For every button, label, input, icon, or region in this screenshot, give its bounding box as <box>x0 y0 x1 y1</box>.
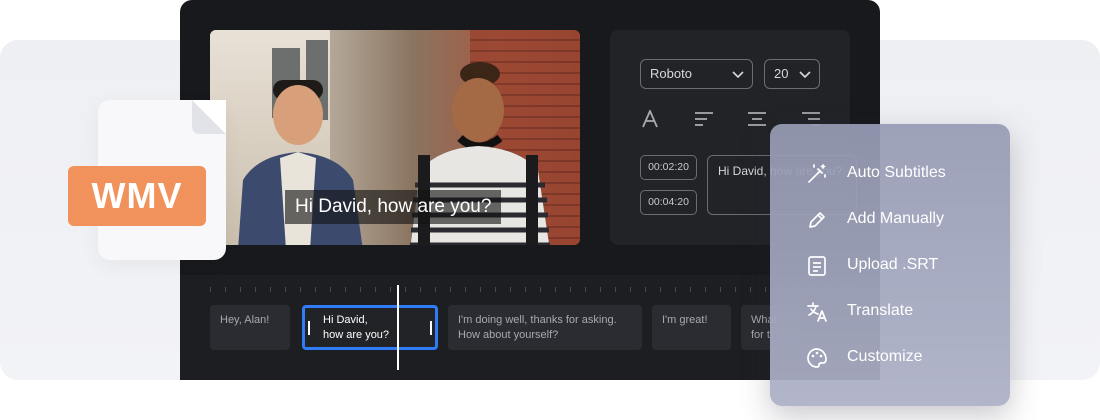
ruler-tick <box>375 287 376 292</box>
ruler-tick <box>210 287 211 292</box>
ruler-tick <box>495 287 496 292</box>
timeline-clip[interactable]: Hey, Alan! <box>210 305 290 350</box>
ruler-tick <box>345 287 346 292</box>
end-time-field[interactable]: 00:04:20 <box>640 190 697 215</box>
ruler-tick <box>315 287 316 292</box>
file-corner-fold-icon <box>192 100 226 134</box>
menu-item-add-manually[interactable]: Add Manually <box>806 204 996 234</box>
ruler-tick <box>615 287 616 292</box>
ruler-tick <box>525 287 526 292</box>
chevron-down-icon <box>799 71 811 79</box>
ruler-tick <box>750 287 751 292</box>
file-format-badge: WMV <box>68 166 206 226</box>
menu-item-auto-subtitles[interactable]: Auto Subtitles <box>806 158 996 188</box>
timeline-clip-selected[interactable]: Hi David, how are you? <box>302 305 438 350</box>
clip-trim-handle-left[interactable] <box>308 321 310 335</box>
font-family-value: Roboto <box>650 66 692 81</box>
ruler-tick <box>240 287 241 292</box>
preview-subtitle-caption: Hi David, how are you? <box>285 190 502 224</box>
menu-item-customize[interactable]: Customize <box>806 342 996 372</box>
pencil-icon <box>809 212 825 228</box>
timeline-clip[interactable]: I'm great! <box>652 305 731 350</box>
ruler-tick <box>285 287 286 292</box>
ruler-tick <box>600 287 601 292</box>
ruler-tick <box>645 287 646 292</box>
ruler-tick <box>705 287 706 292</box>
ruler-tick <box>480 287 481 292</box>
font-family-select[interactable]: Roboto <box>640 59 753 89</box>
ruler-tick <box>585 287 586 292</box>
clip-text: Hi David, how are you? <box>323 314 390 341</box>
ruler-tick <box>225 287 226 292</box>
clip-text: I'm doing well, thanks for asking. How a… <box>458 314 617 341</box>
ruler-tick <box>540 287 541 292</box>
menu-item-label: Customize <box>847 348 923 365</box>
ruler-tick <box>735 287 736 292</box>
clip-text: I'm great! <box>662 314 708 326</box>
clip-text: Hey, Alan! <box>220 314 270 326</box>
menu-item-label: Add Manually <box>847 210 944 227</box>
menu-item-label: Translate <box>847 302 914 319</box>
ruler-tick <box>255 287 256 292</box>
ruler-tick <box>450 287 451 292</box>
align-center-icon[interactable] <box>747 110 767 128</box>
ruler-tick <box>405 287 406 292</box>
ruler-tick <box>420 287 421 292</box>
ruler-tick <box>675 287 676 292</box>
palette-icon <box>807 348 827 368</box>
ruler-tick <box>360 287 361 292</box>
clip-trim-handle-right[interactable] <box>430 321 432 335</box>
translate-icon <box>807 302 827 322</box>
chevron-down-icon <box>732 71 744 79</box>
ruler-tick <box>270 287 271 292</box>
timeline-playhead[interactable] <box>397 285 399 370</box>
video-preview[interactable]: Hi David, how are you? <box>210 30 580 245</box>
timeline-clip[interactable]: I'm doing well, thanks for asking. How a… <box>448 305 642 350</box>
menu-item-label: Upload .SRT <box>847 256 939 273</box>
ruler-tick <box>690 287 691 292</box>
ruler-tick <box>720 287 721 292</box>
document-icon <box>808 256 826 276</box>
ruler-tick <box>330 287 331 292</box>
start-time-field[interactable]: 00:02:20 <box>640 155 697 180</box>
text-color-icon[interactable] <box>640 110 660 128</box>
ruler-tick <box>555 287 556 292</box>
menu-item-upload-srt[interactable]: Upload .SRT <box>806 250 996 280</box>
font-size-select[interactable]: 20 <box>764 59 820 89</box>
ruler-tick <box>630 287 631 292</box>
menu-item-translate[interactable]: Translate <box>806 296 996 326</box>
ruler-tick <box>765 287 766 292</box>
align-left-icon[interactable] <box>694 110 714 128</box>
ruler-tick <box>465 287 466 292</box>
subtitle-options-menu: Auto Subtitles Add Manually Upload .SRT … <box>770 124 1010 406</box>
font-size-value: 20 <box>774 66 789 81</box>
ruler-tick <box>660 287 661 292</box>
menu-item-label: Auto Subtitles <box>847 164 946 181</box>
ruler-tick <box>390 287 391 292</box>
ruler-tick <box>435 287 436 292</box>
ruler-tick <box>570 287 571 292</box>
magic-wand-icon <box>808 164 826 183</box>
ruler-tick <box>510 287 511 292</box>
ruler-tick <box>300 287 301 292</box>
